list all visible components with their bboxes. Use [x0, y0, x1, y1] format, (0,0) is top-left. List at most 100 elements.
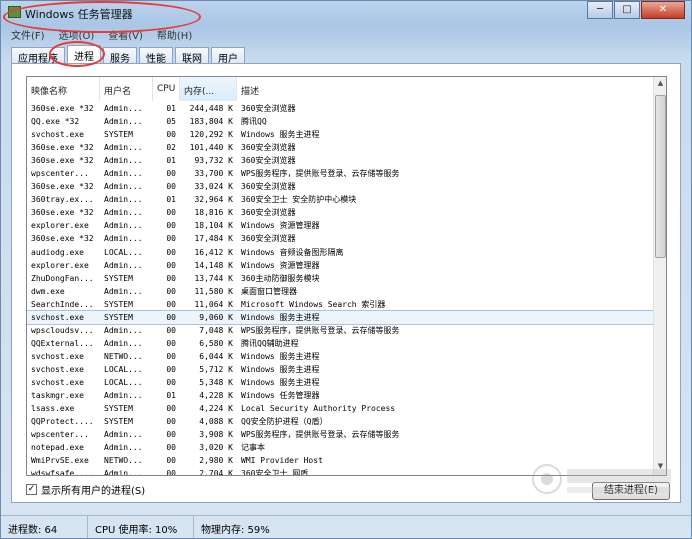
cell-user-name: SYSTEM: [104, 299, 133, 309]
maximize-button[interactable]: □: [614, 1, 640, 19]
process-row[interactable]: wpscloudsv... Admin... 00 7,048 K WPS服务程序，提供…: [27, 324, 654, 337]
cell-user-name: Admin...: [104, 143, 143, 153]
status-cpu-usage: CPU 使用率: 10%: [88, 516, 194, 538]
cell-description: Windows 服务主进程: [241, 377, 320, 387]
cell-user-name: Admin...: [104, 260, 143, 270]
cell-user-name: Admin...: [104, 208, 143, 218]
cell-user-name: Admin...: [104, 117, 143, 127]
cell-memory: 244,448 K: [189, 104, 233, 113]
column-user-name[interactable]: 用户名: [100, 77, 153, 101]
process-row[interactable]: notepad.exe Admin... 00 3,020 K 记事本: [27, 441, 654, 454]
column-memory[interactable]: 内存(...: [180, 77, 237, 101]
vertical-scrollbar[interactable]: ▲ ▼: [653, 77, 666, 475]
process-row[interactable]: QQProtect.... SYSTEM 00 4,088 K QQ安全防护进程（Q盾）: [27, 415, 654, 428]
watermark-logo: [532, 464, 671, 494]
process-row[interactable]: svchost.exe LOCAL... 00 5,712 K Windows 服务主进…: [27, 363, 654, 376]
cell-image-name: svchost.exe: [31, 377, 84, 387]
cell-image-name: QQExternal...: [31, 338, 94, 348]
cell-cpu: 00: [166, 299, 176, 309]
cell-image-name: QQ.exe *32: [31, 117, 80, 127]
process-row[interactable]: SearchInde... SYSTEM 00 11,064 K Microsoft W…: [27, 298, 654, 311]
cell-memory: 5,348 K: [199, 377, 233, 387]
cell-description: Windows 音频设备图形隔离: [241, 247, 344, 257]
cell-user-name: Admin...: [104, 325, 143, 335]
tab-networking[interactable]: 联网: [175, 47, 209, 65]
cell-cpu: 00: [166, 312, 176, 322]
cell-description: WPS服务程序，提供账号登录、云存储等服务: [241, 169, 400, 179]
window-controls: ─ □ ✕: [586, 1, 685, 19]
process-row[interactable]: 360se.exe *32 Admin... 01 93,732 K 360安全浏览器: [27, 154, 654, 167]
cell-description: 360安全浏览器: [241, 104, 296, 113]
cell-image-name: 360tray.ex...: [31, 195, 94, 205]
cell-description: Windows 服务主进程: [241, 351, 320, 361]
cell-cpu: 00: [166, 430, 176, 440]
cell-memory: 17,484 K: [194, 234, 233, 244]
process-row[interactable]: wpscenter... Admin... 00 3,908 K WPS服务程序，提供账…: [27, 428, 654, 441]
annotation-circle-title: [3, 1, 201, 33]
process-row[interactable]: QQ.exe *32 Admin... 05 183,804 K 腾讯QQ: [27, 115, 654, 128]
column-cpu[interactable]: CPU: [153, 77, 180, 101]
process-row[interactable]: 360se.exe *32 Admin... 00 33,024 K 360安全浏览器: [27, 180, 654, 193]
cell-image-name: 360se.exe *32: [31, 208, 94, 218]
cell-memory: 9,060 K: [199, 312, 233, 322]
cell-user-name: Admin...: [104, 391, 143, 401]
annotation-circle-processes-tab: [49, 41, 105, 67]
tab-performance[interactable]: 性能: [139, 47, 173, 65]
process-row[interactable]: ZhuDongFan... SYSTEM 00 13,744 K 360主动防御服务模块: [27, 272, 654, 285]
cell-description: 360安全浏览器: [241, 234, 296, 244]
process-row[interactable]: explorer.exe Admin... 00 14,148 K Windows 资源…: [27, 259, 654, 272]
process-row[interactable]: 360se.exe *32 Admin... 01 244,448 K 360安全浏览器: [27, 102, 654, 115]
process-row[interactable]: audiodg.exe LOCAL... 00 16,412 K Windows 音频设…: [27, 246, 654, 259]
scrollbar-thumb[interactable]: [655, 95, 666, 258]
scroll-up-icon[interactable]: ▲: [655, 79, 666, 90]
cell-cpu: 02: [166, 143, 176, 153]
process-row[interactable]: explorer.exe Admin... 00 18,104 K Windows 资源…: [27, 219, 654, 232]
cell-cpu: 00: [166, 443, 176, 453]
process-row[interactable]: dwm.exe Admin... 00 11,580 K 桌面窗口管理器: [27, 285, 654, 298]
column-image-name[interactable]: 映像名称: [27, 77, 100, 101]
show-all-users-option[interactable]: ✓ 显示所有用户的进程(S): [26, 482, 145, 497]
cell-description: Windows 资源管理器: [241, 260, 320, 270]
cell-image-name: svchost.exe: [31, 312, 84, 322]
process-row[interactable]: svchost.exe NETWO... 00 6,044 K Windows 服务主进…: [27, 350, 654, 363]
close-button[interactable]: ✕: [641, 1, 685, 19]
cell-memory: 13,744 K: [194, 273, 233, 283]
cell-memory: 4,224 K: [199, 404, 233, 414]
cell-cpu: 01: [166, 195, 176, 205]
cell-memory: 6,580 K: [199, 338, 233, 348]
show-all-users-checkbox[interactable]: ✓: [26, 484, 37, 495]
process-row[interactable]: lsass.exe SYSTEM 00 4,224 K Local Security A…: [27, 402, 654, 415]
process-row[interactable]: svchost.exe LOCAL... 00 5,348 K Windows 服务主进…: [27, 376, 654, 389]
cell-cpu: 00: [166, 469, 176, 476]
process-row[interactable]: QQExternal... Admin... 00 6,580 K 腾讯QQ辅助进程: [27, 337, 654, 350]
tab-services[interactable]: 服务: [103, 47, 137, 65]
process-list[interactable]: 映像名称 用户名 CPU 内存(... 描述 360se.exe *32 Admi…: [26, 76, 667, 476]
cell-image-name: SearchInde...: [31, 299, 94, 309]
process-row[interactable]: 360se.exe *32 Admin... 00 18,816 K 360安全浏览器: [27, 206, 654, 219]
process-row[interactable]: 360se.exe *32 Admin... 00 17,484 K 360安全浏览器: [27, 232, 654, 245]
process-row[interactable]: 360se.exe *32 Admin... 02 101,440 K 360安全浏览器: [27, 141, 654, 154]
cell-memory: 2,704 K: [199, 469, 233, 476]
cell-memory: 4,088 K: [199, 417, 233, 427]
cell-user-name: SYSTEM: [104, 312, 133, 322]
process-row[interactable]: taskmgr.exe Admin... 01 4,228 K Windows 任务管理…: [27, 389, 654, 402]
tab-users[interactable]: 用户: [211, 47, 245, 65]
cell-cpu: 00: [166, 208, 176, 218]
cell-memory: 32,964 K: [194, 195, 233, 205]
status-process-count: 进程数: 64: [1, 516, 88, 538]
cell-user-name: SYSTEM: [104, 417, 133, 427]
minimize-button[interactable]: ─: [587, 1, 613, 19]
cell-cpu: 01: [166, 104, 176, 113]
column-description[interactable]: 描述: [237, 77, 654, 101]
process-row[interactable]: wpscenter... Admin... 00 33,700 K WPS服务程序，提供…: [27, 167, 654, 180]
cell-description: Windows 服务主进程: [241, 364, 320, 374]
process-row[interactable]: 360tray.ex... Admin... 01 32,964 K 360安全卫士 安…: [27, 193, 654, 206]
cell-cpu: 00: [166, 260, 176, 270]
cell-description: Microsoft Windows Search 索引器: [241, 299, 386, 309]
cell-image-name: svchost.exe: [31, 351, 84, 361]
process-row[interactable]: svchost.exe SYSTEM 00 9,060 K Windows 服务主进程: [27, 309, 655, 325]
cell-user-name: Admin...: [104, 469, 143, 476]
cell-memory: 11,064 K: [194, 299, 233, 309]
process-row[interactable]: svchost.exe SYSTEM 00 120,292 K Windows 服务主进…: [27, 128, 654, 141]
cell-memory: 3,020 K: [199, 443, 233, 453]
